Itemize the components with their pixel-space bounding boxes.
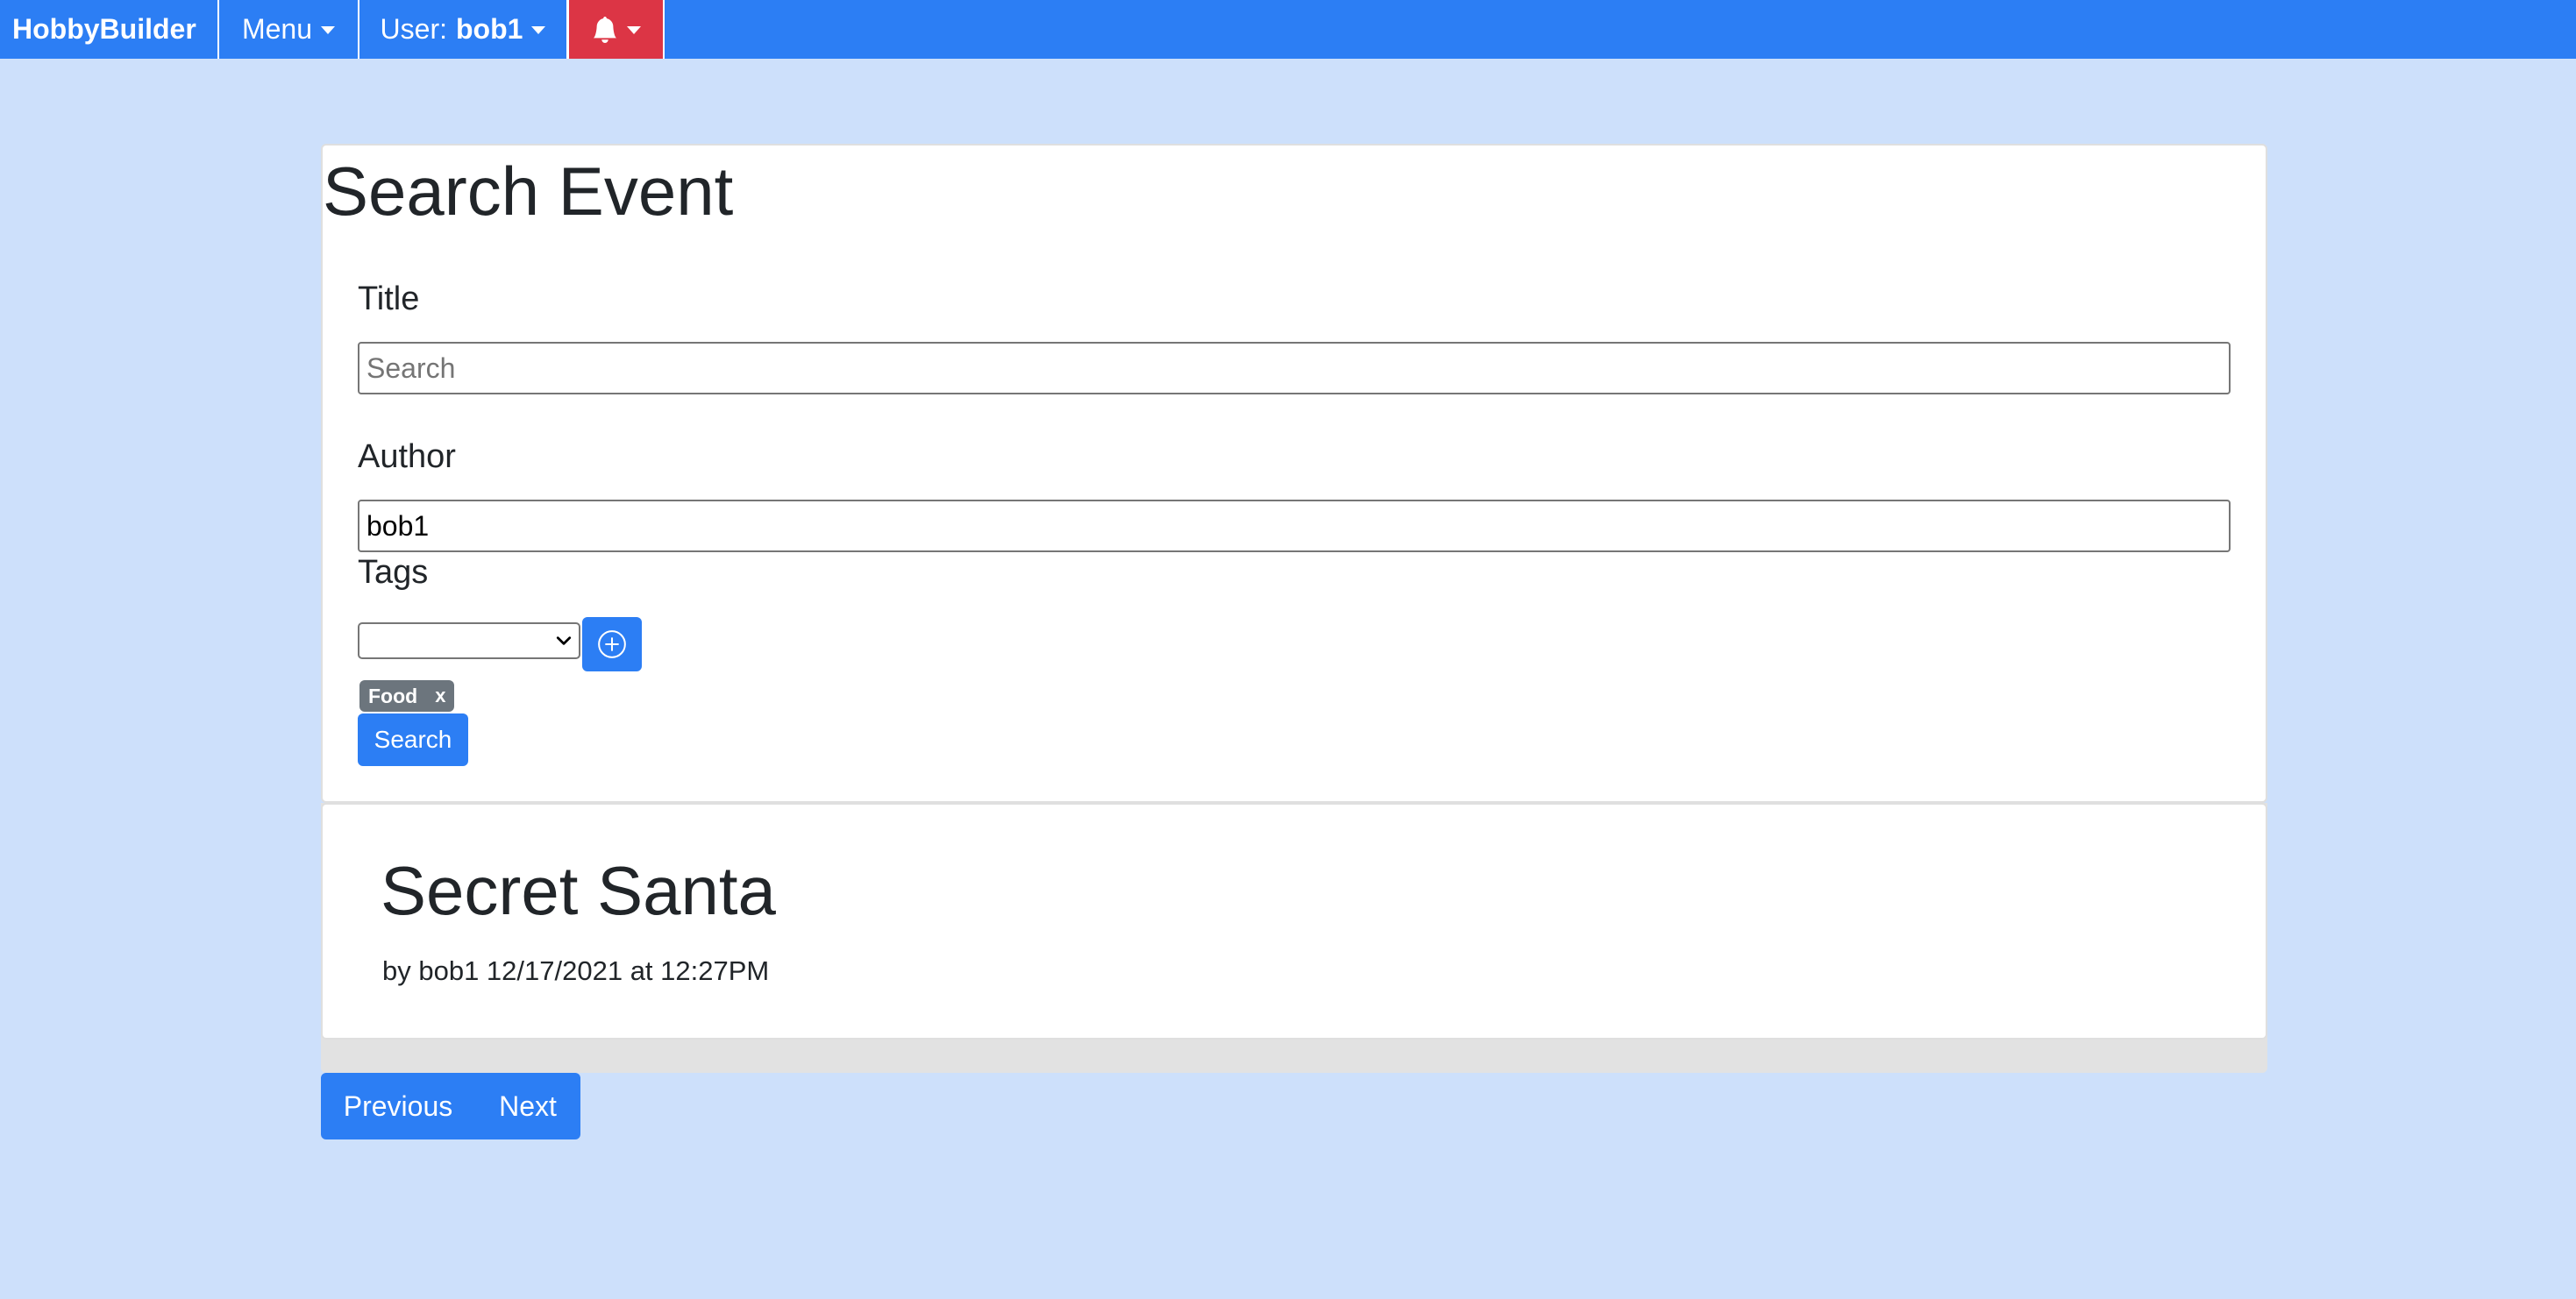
notifications-dropdown[interactable] xyxy=(568,0,665,59)
previous-page-button[interactable]: Previous xyxy=(321,1073,475,1139)
tag-select[interactable] xyxy=(358,622,580,659)
remove-tag-button[interactable]: x xyxy=(435,685,445,707)
bell-icon xyxy=(593,16,616,43)
author-input[interactable] xyxy=(358,500,2231,552)
page-title: Search Event xyxy=(323,153,734,230)
brand-label: HobbyBuilder xyxy=(12,13,196,45)
user-dropdown[interactable]: User: bob1 xyxy=(359,0,568,59)
username: bob1 xyxy=(456,13,523,45)
add-tag-button[interactable] xyxy=(582,617,642,671)
tags-label: Tags xyxy=(358,554,429,591)
caret-down-icon xyxy=(321,26,336,34)
tag-badge-label: Food xyxy=(368,684,418,707)
tag-badge-food: Food x xyxy=(359,680,455,712)
search-event-card: Search Event Title Author Tags Food x Se… xyxy=(321,144,2267,803)
chevron-down-icon xyxy=(556,636,572,645)
plus-circle-icon xyxy=(598,630,626,658)
title-search-input[interactable] xyxy=(358,342,2231,394)
results-list: Secret Santa by bob1 12/17/2021 at 12:27… xyxy=(321,803,2267,1073)
user-prefix: User: xyxy=(380,13,447,45)
title-label: Title xyxy=(358,280,420,317)
top-navbar: HobbyBuilder Menu User: bob1 xyxy=(0,0,2576,59)
caret-down-icon xyxy=(531,26,546,34)
brand-link[interactable]: HobbyBuilder xyxy=(0,0,219,59)
event-result-card[interactable]: Secret Santa by bob1 12/17/2021 at 12:27… xyxy=(321,803,2267,1040)
menu-label: Menu xyxy=(241,13,313,45)
next-page-button[interactable]: Next xyxy=(475,1073,580,1139)
caret-down-icon xyxy=(626,26,641,34)
search-button[interactable]: Search xyxy=(358,713,468,766)
author-label: Author xyxy=(358,438,456,475)
event-title[interactable]: Secret Santa xyxy=(381,853,776,929)
event-meta: by bob1 12/17/2021 at 12:27PM xyxy=(382,955,770,986)
menu-dropdown[interactable]: Menu xyxy=(219,0,359,59)
